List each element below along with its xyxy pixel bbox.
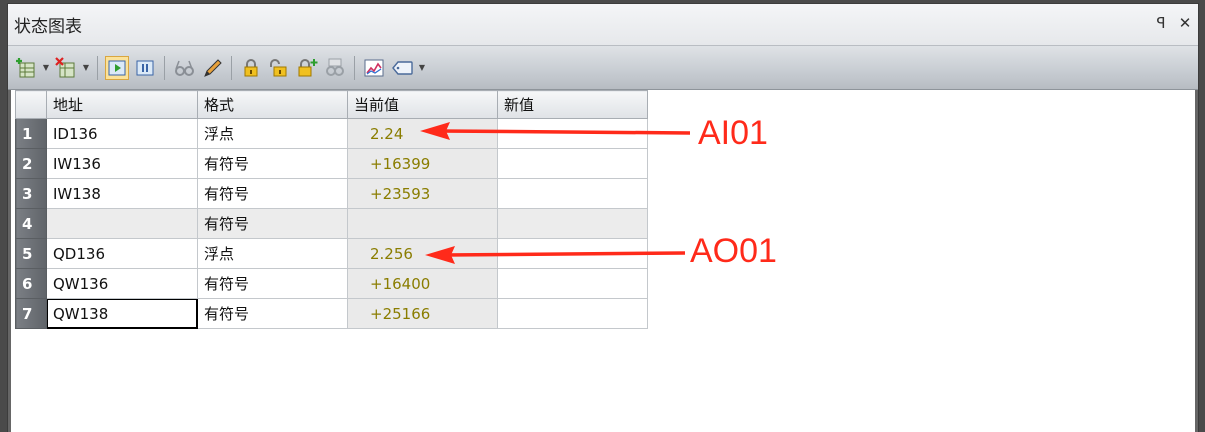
arrow-ao01 bbox=[425, 246, 686, 264]
annotation-arrows bbox=[420, 122, 691, 264]
annotation-label-ai01: AI01 bbox=[698, 114, 768, 152]
arrow-ai01 bbox=[420, 122, 691, 140]
annotation-label-ao01: AO01 bbox=[690, 232, 777, 270]
